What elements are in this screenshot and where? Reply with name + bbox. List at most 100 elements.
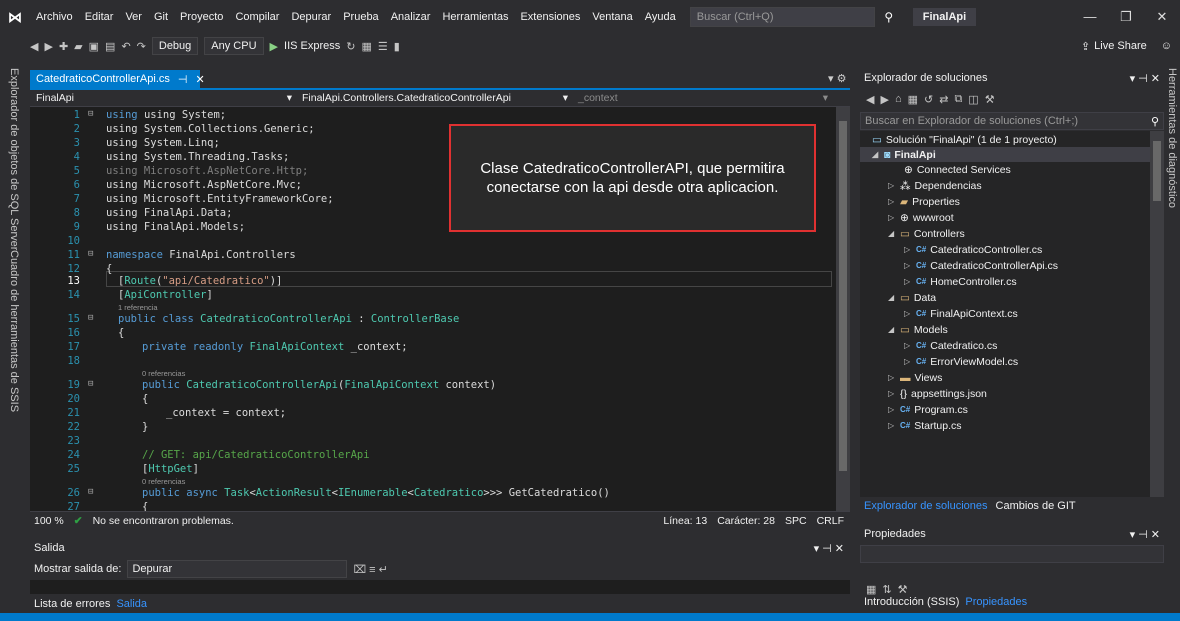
back-icon[interactable]: ◀	[30, 40, 38, 53]
document-tab[interactable]: CatedraticoControllerApi.cs ⊣ ✕	[30, 70, 205, 88]
tab-overflow-icons[interactable]: ▾ ⚙	[828, 72, 846, 85]
tree-item-file[interactable]: ▷ C# FinalApiContext.cs	[904, 306, 1018, 321]
run-target-button[interactable]: IIS Express	[284, 40, 340, 52]
save-icon[interactable]: ▣	[89, 40, 99, 53]
menu-ayuda[interactable]: Ayuda	[639, 11, 682, 23]
fold-icon[interactable]: ⊟	[88, 379, 93, 389]
toolbar-misc-icon[interactable]: ▦	[361, 40, 371, 53]
menu-git[interactable]: Git	[148, 11, 174, 23]
nav-class-select[interactable]: FinalApi.Controllers.CatedraticoControll…	[298, 92, 574, 104]
tab-error-list[interactable]: Lista de errores	[34, 598, 110, 610]
platform-select[interactable]: Any CPU	[204, 37, 264, 55]
feedback-icon[interactable]: ☺	[1161, 40, 1172, 52]
tree-item-file[interactable]: ▷ C# CatedraticoController.cs	[904, 242, 1042, 257]
scrollbar-thumb[interactable]	[1153, 141, 1161, 201]
tab-ssis-intro[interactable]: Introducción (SSIS)	[864, 596, 959, 608]
close-tab-icon[interactable]: ✕	[195, 73, 204, 86]
solution-explorer-scrollbar[interactable]	[1150, 131, 1164, 497]
search-icon[interactable]: ⚲	[1151, 115, 1159, 128]
wrench-icon[interactable]: ⚒	[985, 93, 995, 106]
menu-depurar[interactable]: Depurar	[285, 11, 337, 23]
comment-icon[interactable]: ☰	[378, 40, 388, 53]
tree-item-views[interactable]: ▷ ▬ Views	[888, 370, 942, 385]
output-toolbar-icons[interactable]: ⌧ ≡ ↵	[353, 563, 387, 576]
run-icon[interactable]: ▶	[270, 40, 278, 53]
configuration-select[interactable]: Debug	[151, 37, 199, 55]
tab-git-changes[interactable]: Cambios de GIT	[996, 500, 1076, 512]
zoom-level[interactable]: 100 %	[34, 515, 64, 527]
editor-vertical-scrollbar[interactable]	[836, 107, 850, 511]
search-icon[interactable]: ⚲	[879, 10, 899, 24]
minimize-icon[interactable]: —	[1072, 9, 1108, 25]
home-icon[interactable]: ⌂	[895, 93, 902, 105]
tree-item-connected-services[interactable]: ⊕ Connected Services	[904, 162, 1011, 177]
tree-item-data[interactable]: ◢ ▭ Data	[888, 290, 936, 305]
nav-member-select[interactable]: _context ▾	[574, 92, 834, 104]
panel-pin-icon[interactable]: ▾ ⊣ ✕	[1130, 528, 1160, 541]
forward-icon[interactable]: ▶	[880, 93, 888, 106]
scrollbar-thumb[interactable]	[839, 121, 847, 471]
menu-herramientas[interactable]: Herramientas	[436, 11, 514, 23]
ssis-toolbox-tab[interactable]: Cuadro de herramientas de SSIS	[8, 250, 20, 412]
bookmark-icon[interactable]: ▮	[394, 40, 400, 53]
refresh-icon[interactable]: ↻	[346, 40, 355, 53]
tree-item-wwwroot[interactable]: ▷ ⊕ wwwroot	[888, 210, 954, 225]
menu-analizar[interactable]: Analizar	[385, 11, 437, 23]
sync-icon[interactable]: ⇄	[939, 93, 948, 106]
fold-icon[interactable]: ⊟	[88, 487, 93, 497]
maximize-icon[interactable]: ❐	[1108, 9, 1144, 25]
tab-solution-explorer[interactable]: Explorador de soluciones	[864, 500, 988, 512]
output-content[interactable]	[30, 580, 850, 594]
solution-search-input[interactable]: Buscar en Explorador de soluciones (Ctrl…	[860, 112, 1164, 130]
line-ending-indicator[interactable]: CRLF	[817, 515, 844, 527]
tree-item-solution[interactable]: ▭ Solución "FinalApi" (1 de 1 proyecto)	[872, 132, 1057, 147]
tree-item-file[interactable]: ▷ C# CatedraticoControllerApi.cs	[904, 258, 1058, 273]
undo-icon[interactable]: ↶	[121, 40, 130, 53]
save-all-icon[interactable]: ▤	[105, 40, 115, 53]
redo-icon[interactable]: ↷	[137, 40, 146, 53]
panel-pin-icon[interactable]: ▾ ⊣ ✕	[814, 542, 844, 555]
tree-item-file[interactable]: ▷ C# Catedratico.cs	[904, 338, 997, 353]
switch-views-icon[interactable]: ▦	[908, 93, 918, 106]
tree-item-project[interactable]: ◢ ◙ FinalApi	[872, 147, 936, 162]
tree-item-file[interactable]: ▷ C# Program.cs	[888, 402, 968, 417]
tree-item-models[interactable]: ◢ ▭ Models	[888, 322, 948, 337]
pin-icon[interactable]: ⊣	[178, 73, 188, 86]
tree-item-controllers[interactable]: ◢ ▭ Controllers	[888, 226, 965, 241]
menu-editar[interactable]: Editar	[79, 11, 120, 23]
tab-output[interactable]: Salida	[116, 598, 147, 610]
output-source-select[interactable]: Depurar	[127, 560, 348, 578]
menu-archivo[interactable]: Archivo	[30, 11, 79, 23]
close-icon[interactable]: ✕	[1144, 9, 1180, 25]
preview-icon[interactable]: ◫	[968, 93, 978, 106]
global-search-input[interactable]: Buscar (Ctrl+Q)	[689, 7, 875, 27]
tab-properties[interactable]: Propiedades	[965, 596, 1027, 608]
tree-item-file[interactable]: ▷ C# ErrorViewModel.cs	[904, 354, 1018, 369]
back-icon[interactable]: ◀	[866, 93, 874, 106]
tree-item-file[interactable]: ▷ C# HomeController.cs	[904, 274, 1017, 289]
menu-prueba[interactable]: Prueba	[337, 11, 384, 23]
diagnostic-tools-tab[interactable]: Herramientas de diagnóstico	[1166, 68, 1178, 208]
problems-status[interactable]: No se encontraron problemas.	[93, 515, 234, 527]
nav-project-select[interactable]: FinalApi ▾	[30, 92, 298, 104]
panel-pin-icon[interactable]: ▾ ⊣ ✕	[1130, 72, 1160, 85]
fold-icon[interactable]: ⊟	[88, 313, 93, 323]
menu-compilar[interactable]: Compilar	[229, 11, 285, 23]
tree-item-file[interactable]: ▷ C# Startup.cs	[888, 418, 962, 433]
properties-object-select[interactable]	[860, 545, 1164, 563]
tree-item-dependencies[interactable]: ▷ ⁂ Dependencias	[888, 178, 982, 193]
tree-item-properties[interactable]: ▷ ▰ Properties	[888, 194, 960, 209]
fold-icon[interactable]: ⊟	[88, 249, 93, 259]
history-icon[interactable]: ↺	[924, 93, 933, 106]
spacing-indicator[interactable]: SPC	[785, 515, 807, 527]
code-lens-references[interactable]: 1 referencia	[118, 303, 158, 312]
new-project-icon[interactable]: ✚	[59, 40, 68, 53]
menu-extensiones[interactable]: Extensiones	[514, 11, 586, 23]
fold-icon[interactable]: ⊟	[88, 109, 93, 119]
code-lens-references[interactable]: 0 referencias	[142, 369, 185, 378]
live-share-button[interactable]: ⇪ Live Share ☺	[1081, 40, 1172, 53]
menu-ventana[interactable]: Ventana	[586, 11, 638, 23]
menu-proyecto[interactable]: Proyecto	[174, 11, 229, 23]
code-lens-references[interactable]: 0 referencias	[142, 477, 185, 486]
menu-ver[interactable]: Ver	[119, 11, 148, 23]
